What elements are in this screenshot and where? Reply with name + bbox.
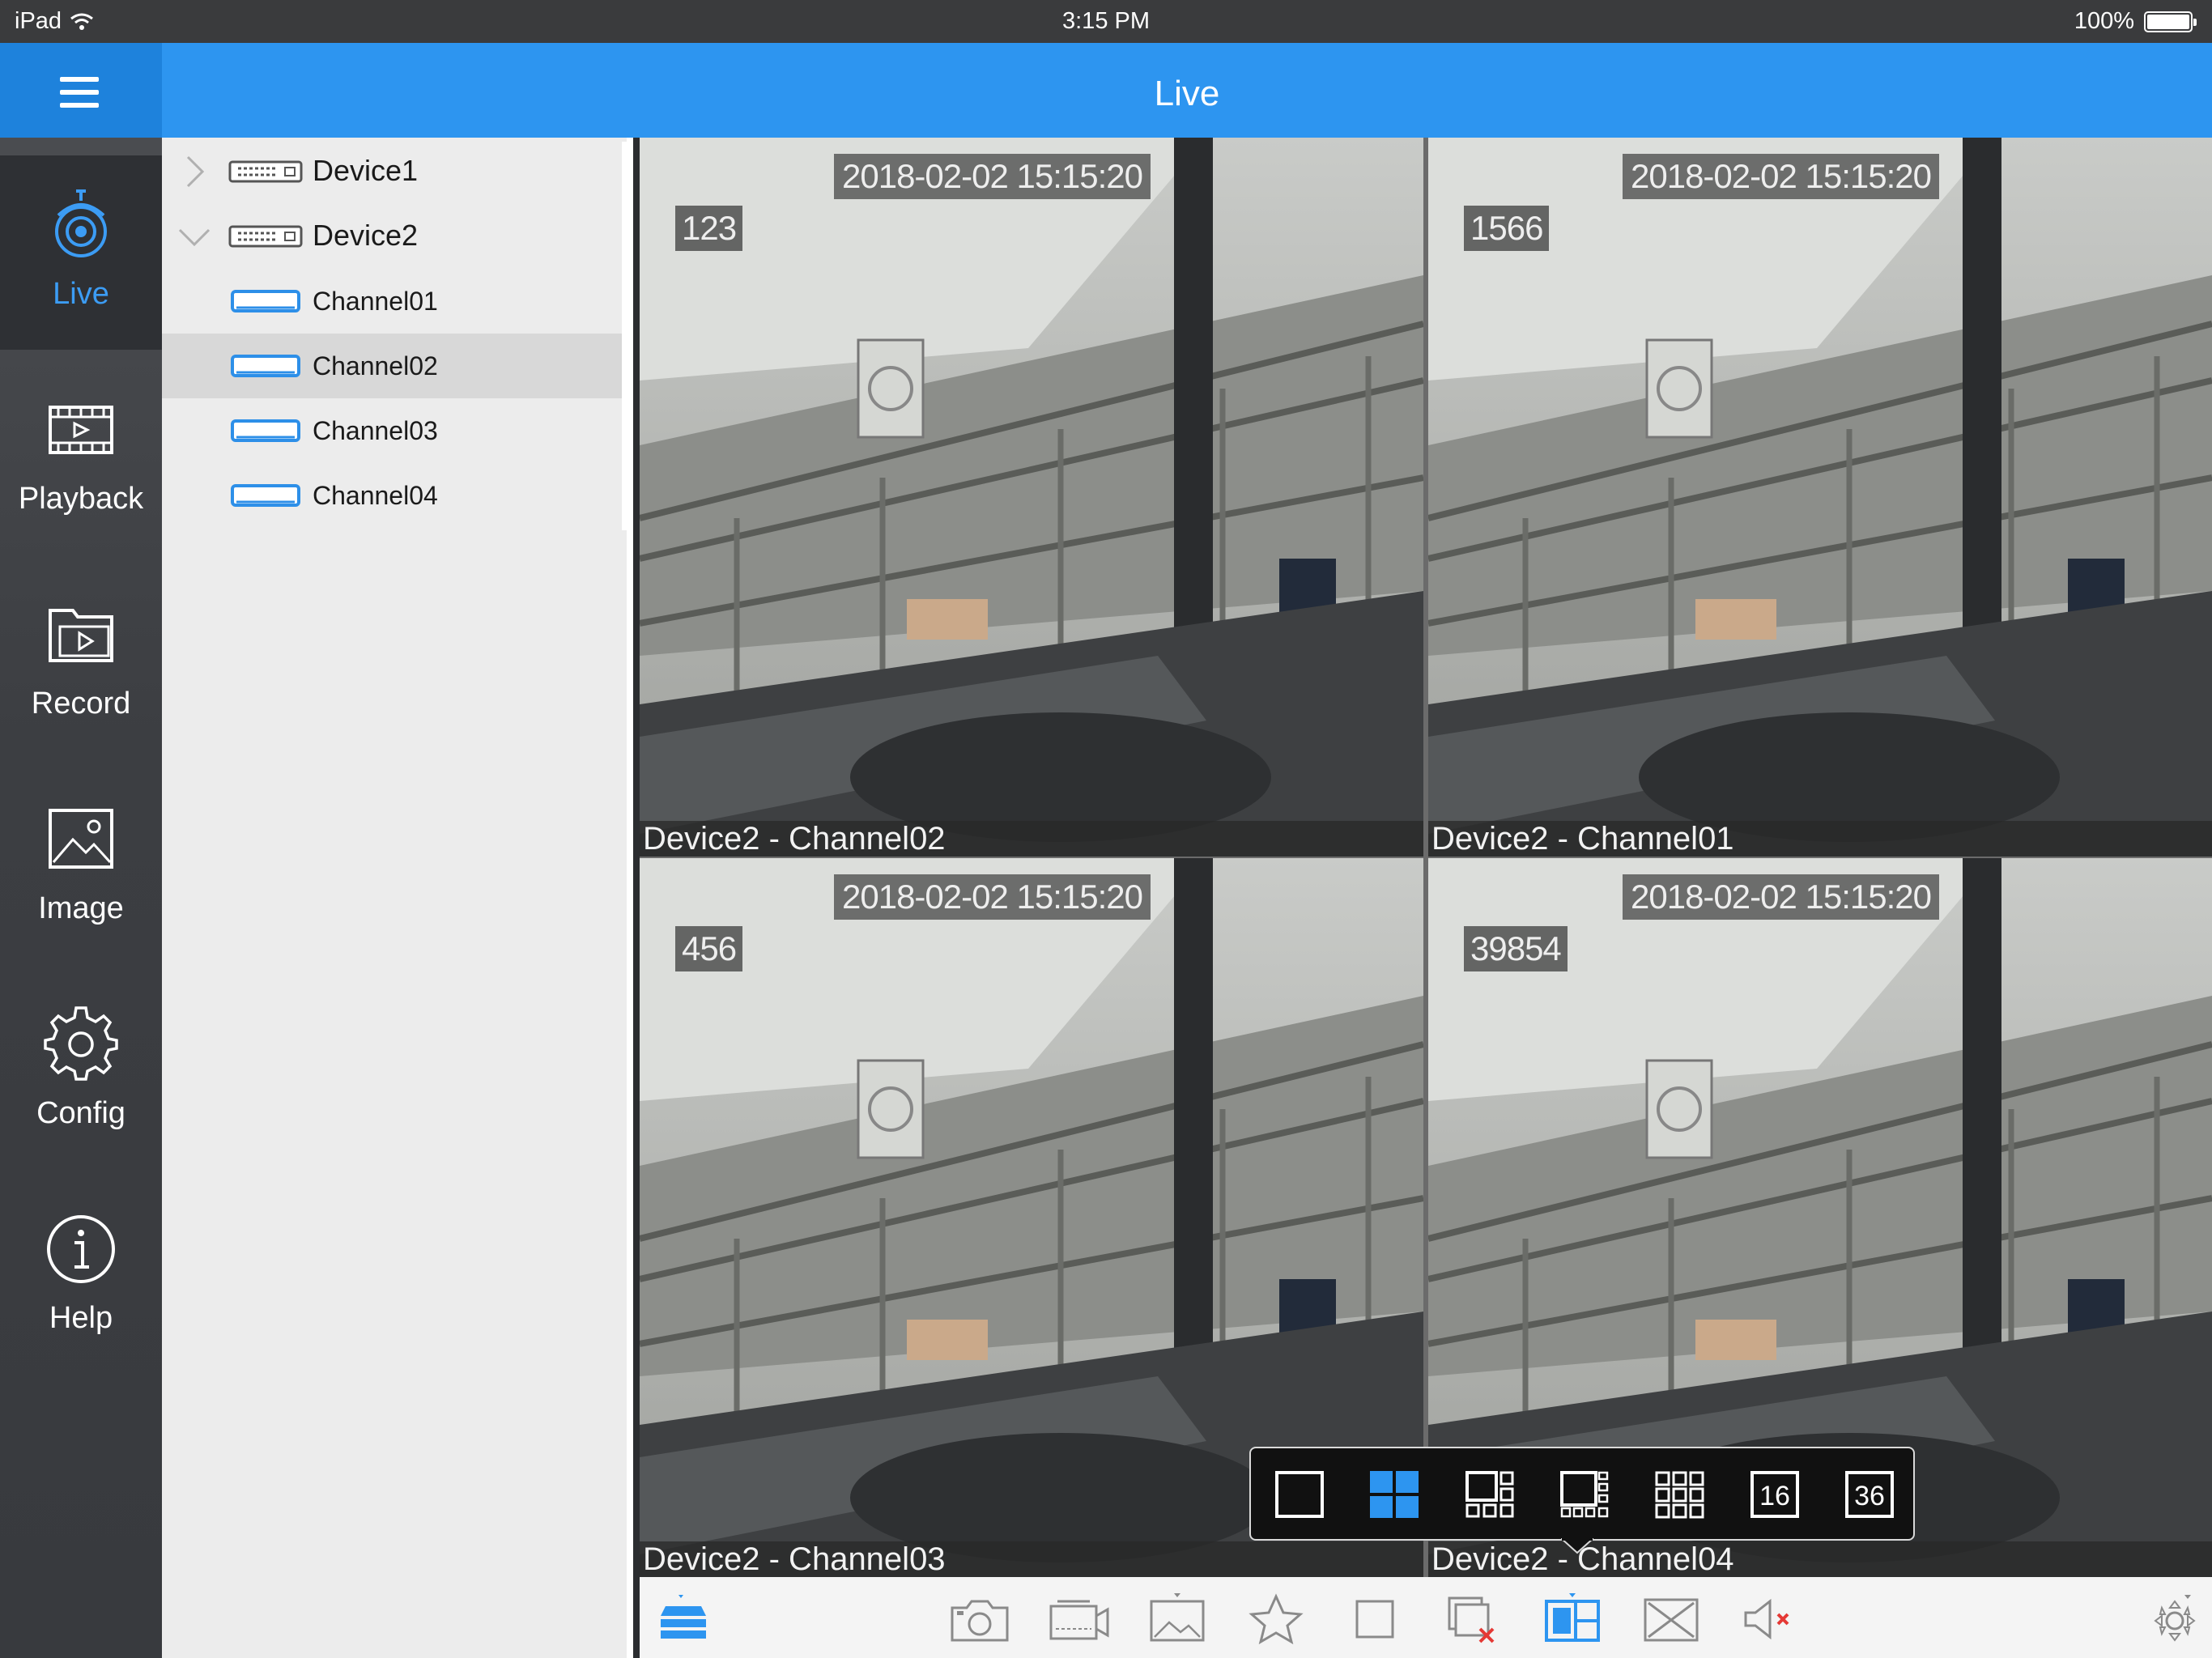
tree-device-device1[interactable]: Device1 bbox=[162, 139, 625, 204]
record-video-icon[interactable] bbox=[1046, 1593, 1111, 1645]
video-tile[interactable]: 2018-02-02 15:15:20 123 Device2 - Channe… bbox=[640, 138, 1423, 857]
chevron-down-icon[interactable] bbox=[177, 219, 212, 254]
osd-label: 123 bbox=[675, 206, 743, 251]
tree-channel-channel01[interactable]: Channel01 bbox=[162, 269, 625, 334]
split-layout-icon[interactable] bbox=[1540, 1593, 1605, 1645]
menu-button[interactable] bbox=[0, 43, 162, 138]
channel-icon bbox=[231, 419, 300, 442]
device-name: Device1 bbox=[313, 154, 419, 187]
nav-item-record[interactable]: Record bbox=[0, 565, 162, 759]
camera-feed-frame bbox=[640, 138, 1423, 857]
audio-mute-icon[interactable] bbox=[1738, 1593, 1802, 1645]
device-list-icon[interactable] bbox=[651, 1593, 716, 1645]
channel-icon bbox=[231, 484, 300, 507]
nav-item-live[interactable]: Live bbox=[0, 155, 162, 350]
image-quality-icon[interactable] bbox=[1145, 1593, 1210, 1645]
nav-label: Image bbox=[38, 891, 124, 925]
split-36-label: 36 bbox=[1854, 1481, 1885, 1511]
hamburger-icon bbox=[60, 90, 99, 95]
osd-timestamp: 2018-02-02 15:15:20 bbox=[1623, 154, 1939, 199]
split-16-label: 16 bbox=[1759, 1481, 1790, 1511]
tree-scrollbar[interactable] bbox=[622, 142, 627, 530]
nav-label: Live bbox=[53, 277, 109, 311]
split-layout-popup: 16 36 bbox=[1249, 1447, 1915, 1541]
hamburger-icon bbox=[60, 77, 99, 82]
header-bar: Live bbox=[162, 43, 2212, 138]
video-tile[interactable]: 2018-02-02 15:15:20 1566 Device2 - Chann… bbox=[1428, 138, 2212, 857]
split-4-icon[interactable] bbox=[1368, 1469, 1420, 1520]
osd-label: 456 bbox=[675, 926, 743, 971]
device-name: Device2 bbox=[313, 219, 419, 252]
channel-icon bbox=[231, 355, 300, 377]
tree-device-device2[interactable]: Device2 bbox=[162, 204, 625, 269]
split-36-icon[interactable]: 36 bbox=[1844, 1469, 1895, 1520]
gear-icon bbox=[44, 1006, 118, 1081]
osd-timestamp: 2018-02-02 15:15:20 bbox=[834, 154, 1151, 199]
live-toolbar bbox=[640, 1577, 2212, 1658]
camera-icon bbox=[55, 189, 107, 257]
split-1-icon[interactable] bbox=[1274, 1469, 1325, 1520]
page-title: Live bbox=[1154, 74, 1220, 113]
tree-channel-channel02[interactable]: Channel02 bbox=[162, 334, 625, 398]
battery-percent: 100% bbox=[2074, 8, 2134, 34]
tree-channel-channel04[interactable]: Channel04 bbox=[162, 463, 625, 528]
nav-label: Config bbox=[36, 1096, 125, 1130]
status-time: 3:15 PM bbox=[1062, 8, 1150, 34]
osd-label: 1566 bbox=[1464, 206, 1550, 251]
tile-caption: Device2 - Channel02 bbox=[640, 821, 1423, 857]
nav-label: Help bbox=[49, 1301, 113, 1335]
tile-caption: Device2 - Channel01 bbox=[1428, 821, 2212, 857]
channel-name: Channel03 bbox=[313, 416, 438, 445]
split-6-icon[interactable] bbox=[1464, 1469, 1516, 1520]
dvr-device-icon bbox=[228, 225, 303, 248]
favorite-star-icon[interactable] bbox=[1244, 1593, 1308, 1645]
info-icon bbox=[47, 1215, 115, 1283]
ptz-icon[interactable] bbox=[2142, 1593, 2207, 1645]
dvr-device-icon bbox=[228, 160, 303, 183]
main-nav: Live Playback Record Image Config Help bbox=[0, 138, 162, 1658]
tile-caption: Device2 - Channel03 bbox=[640, 1541, 1423, 1577]
playback-icon bbox=[49, 406, 113, 454]
video-grid: 2018-02-02 15:15:20 123 Device2 - Channe… bbox=[640, 138, 2212, 1577]
nav-label: Playback bbox=[18, 482, 144, 516]
fullscreen-icon[interactable] bbox=[1639, 1593, 1704, 1645]
nav-item-config[interactable]: Config bbox=[0, 975, 162, 1169]
split-9-icon[interactable] bbox=[1653, 1469, 1705, 1520]
snapshot-icon[interactable] bbox=[947, 1593, 1012, 1645]
tree-channel-channel03[interactable]: Channel03 bbox=[162, 398, 625, 463]
nav-item-help[interactable]: Help bbox=[0, 1180, 162, 1374]
channel-name: Channel04 bbox=[313, 481, 438, 510]
channel-icon bbox=[231, 290, 300, 312]
osd-timestamp: 2018-02-02 15:15:20 bbox=[1623, 874, 1939, 920]
osd-label: 39854 bbox=[1464, 926, 1568, 971]
channel-name: Channel01 bbox=[313, 287, 438, 316]
osd-timestamp: 2018-02-02 15:15:20 bbox=[834, 874, 1151, 920]
tile-caption: Device2 - Channel04 bbox=[1428, 1541, 2212, 1577]
split-16-icon[interactable]: 16 bbox=[1749, 1469, 1801, 1520]
status-bar: iPad 3:15 PM 100% bbox=[0, 0, 2212, 43]
record-folder-icon bbox=[49, 609, 113, 662]
close-all-icon[interactable] bbox=[1441, 1593, 1506, 1645]
split-8-icon[interactable] bbox=[1559, 1469, 1610, 1520]
hamburger-icon bbox=[60, 103, 99, 108]
nav-item-playback[interactable]: Playback bbox=[0, 360, 162, 555]
nav-label: Record bbox=[31, 687, 131, 721]
nav-item-image[interactable]: Image bbox=[0, 770, 162, 964]
device-tree: Device1 Device2 Channel01 Channel02 Chan bbox=[162, 138, 633, 1658]
image-icon bbox=[49, 809, 113, 869]
chevron-right-icon[interactable] bbox=[177, 154, 212, 189]
popup-pointer bbox=[1561, 1538, 1593, 1554]
channel-name: Channel02 bbox=[313, 351, 438, 380]
stop-icon[interactable] bbox=[1342, 1593, 1407, 1645]
battery-icon bbox=[2144, 11, 2197, 32]
